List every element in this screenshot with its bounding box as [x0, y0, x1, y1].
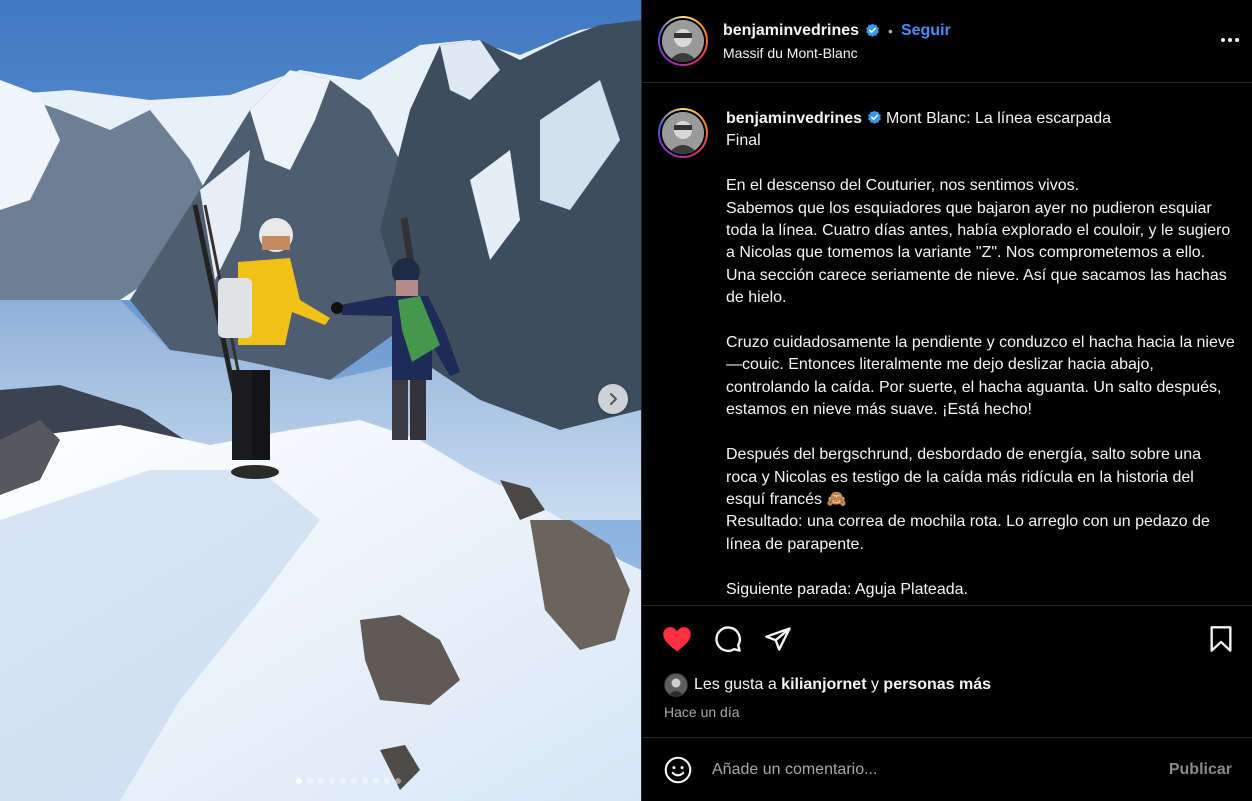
- share-icon: [765, 627, 791, 651]
- post-header: benjaminvedrines • Seguir Massif du Mont…: [642, 0, 1252, 83]
- publish-button[interactable]: Publicar: [1169, 761, 1232, 779]
- verified-badge-icon: [866, 23, 879, 37]
- carousel-dot: [394, 778, 401, 784]
- likes-summary: Les gusta a kilianjornet y personas más: [664, 673, 991, 697]
- avatar-image-icon: [665, 674, 687, 696]
- carousel-dot: [361, 778, 368, 784]
- carousel-dot: [372, 778, 379, 784]
- likes-connector: y: [866, 676, 884, 693]
- emoji-button[interactable]: [664, 756, 692, 784]
- carousel-dot: [339, 778, 346, 784]
- liker-username[interactable]: kilianjornet: [781, 676, 866, 694]
- post-details-panel: benjaminvedrines • Seguir Massif du Mont…: [641, 0, 1252, 801]
- header-separator: •: [888, 22, 893, 39]
- likes-others-link[interactable]: personas más: [883, 676, 991, 694]
- post-actions: Les gusta a kilianjornet y personas más …: [642, 605, 1252, 738]
- post-location[interactable]: Massif du Mont-Blanc: [723, 45, 951, 61]
- emoji-icon: [664, 756, 692, 784]
- comment-composer: Publicar: [642, 739, 1252, 801]
- avatar-image-icon: [662, 112, 704, 154]
- caption: benjaminvedrines Mont Blanc: La línea esc…: [658, 108, 1236, 601]
- share-button[interactable]: [763, 624, 793, 654]
- carousel-dot: [328, 778, 335, 784]
- carousel-indicator: [0, 778, 641, 784]
- caption-text: Mont Blanc: La línea escarpada Final En …: [726, 110, 1235, 598]
- verified-badge-icon: [868, 110, 881, 124]
- more-dots-icon: [1221, 38, 1239, 42]
- bookmark-icon: [1210, 626, 1232, 652]
- post-photo[interactable]: [0, 0, 641, 801]
- carousel-next-button[interactable]: [598, 384, 628, 414]
- save-button[interactable]: [1206, 624, 1236, 654]
- comment-icon: [715, 626, 741, 652]
- post-timestamp[interactable]: Hace un día: [664, 704, 740, 720]
- more-options-button[interactable]: [1218, 28, 1242, 52]
- caption-text-block: benjaminvedrines Mont Blanc: La línea esc…: [726, 108, 1236, 601]
- caption-author-avatar[interactable]: [658, 108, 708, 158]
- avatar-image-icon: [662, 20, 704, 62]
- likes-prefix: Les gusta a: [694, 676, 782, 693]
- author-avatar[interactable]: [658, 16, 708, 66]
- carousel-dot: [317, 778, 324, 784]
- comment-input[interactable]: [712, 761, 1169, 779]
- follow-button[interactable]: Seguir: [901, 22, 951, 40]
- caption-scroll-area[interactable]: benjaminvedrines Mont Blanc: La línea esc…: [642, 84, 1252, 605]
- liker-avatar[interactable]: [664, 673, 688, 697]
- chevron-right-icon: [610, 393, 617, 405]
- carousel-dot: [350, 778, 357, 784]
- mountain-photo-illustration: [0, 0, 641, 801]
- caption-username[interactable]: benjaminvedrines: [726, 110, 862, 127]
- heart-filled-icon: [663, 627, 691, 652]
- carousel-dot: [383, 778, 390, 784]
- author-username[interactable]: benjaminvedrines: [723, 22, 859, 40]
- carousel-dot: [306, 778, 313, 784]
- comment-button[interactable]: [713, 624, 743, 654]
- like-button[interactable]: [662, 624, 692, 654]
- carousel-dot: [295, 778, 302, 784]
